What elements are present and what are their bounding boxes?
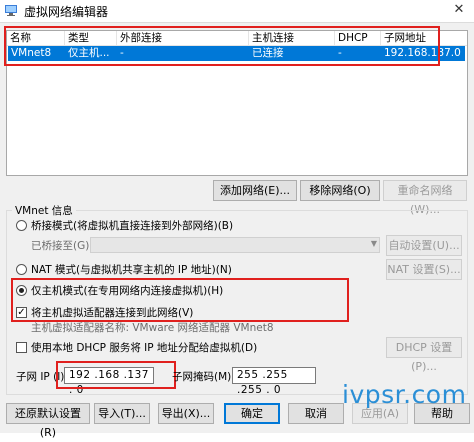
export-button[interactable]: 导出(X)... [158, 403, 214, 424]
col-name-header[interactable]: 名称 [7, 31, 65, 45]
bridged-to-select[interactable]: ▼ [90, 237, 380, 253]
auto-settings-button[interactable]: 自动设置(U)... [386, 235, 462, 256]
rename-network-button[interactable]: 重命名网络(W)... [383, 180, 467, 216]
subnet-ip-input[interactable]: 192 .168 .137 . 0 [64, 367, 154, 396]
chevron-down-icon: ▼ [370, 239, 377, 248]
subnet-mask-label: 子网掩码(M): [172, 371, 235, 383]
close-button[interactable]: ✕ [448, 0, 470, 20]
cancel-button[interactable]: 取消 [288, 403, 344, 424]
col-type-header[interactable]: 类型 [65, 31, 117, 45]
hostonly-radio[interactable] [16, 285, 27, 296]
title-bar: 虚拟网络编辑器 ✕ [0, 0, 474, 22]
bridged-to-label: 已桥接至(G): [31, 240, 93, 252]
ok-button[interactable]: 确定 [224, 403, 280, 424]
dhcp-checkbox[interactable] [16, 342, 27, 353]
network-list[interactable]: 名称 类型 外部连接 主机连接 DHCP 子网地址 VMnet8 仅主机... … [6, 30, 468, 176]
hostonly-label: 仅主机模式(在专用网络内连接虚拟机)(H) [31, 285, 224, 297]
vmnet-info-title: VMnet 信息 [12, 203, 76, 218]
connect-adapter-label: 将主机虚拟适配器连接到此网络(V) [31, 307, 194, 319]
col-subnet-header[interactable]: 子网地址 [381, 31, 467, 45]
row-dhcp: - [338, 47, 342, 59]
nat-settings-button[interactable]: NAT 设置(S)... [386, 259, 462, 280]
add-network-button[interactable]: 添加网络(E)... [213, 180, 297, 201]
connect-adapter-checkbox[interactable]: ✓ [16, 307, 27, 318]
col-dhcp-header[interactable]: DHCP [335, 31, 381, 45]
bridged-label: 桥接模式(将虚拟机直接连接到外部网络)(B) [31, 220, 234, 232]
list-header: 名称 类型 外部连接 主机连接 DHCP 子网地址 [7, 31, 467, 46]
dhcp-settings-button[interactable]: DHCP 设置(P)... [386, 337, 462, 373]
dhcp-label: 使用本地 DHCP 服务将 IP 地址分配给虚拟机(D) [31, 342, 258, 354]
row-host: 已连接 [252, 47, 284, 59]
network-editor-icon [5, 5, 17, 16]
col-host-header[interactable]: 主机连接 [249, 31, 335, 45]
row-external: - [120, 47, 124, 59]
row-type: 仅主机... [68, 47, 110, 59]
adapter-name-text: 主机虚拟适配器名称: VMware 网络适配器 VMnet8 [31, 322, 274, 334]
nat-label: NAT 模式(与虚拟机共享主机的 IP 地址)(N) [31, 264, 232, 276]
remove-network-button[interactable]: 移除网络(O) [300, 180, 380, 201]
nat-radio[interactable] [16, 264, 27, 275]
bridged-radio[interactable] [16, 220, 27, 231]
restore-defaults-button[interactable]: 还原默认设置(R) [6, 403, 90, 439]
window-title: 虚拟网络编辑器 [24, 5, 109, 19]
watermark-text: ivpsr.com [342, 380, 467, 409]
row-subnet: 192.168.137.0 [384, 47, 461, 59]
import-button[interactable]: 导入(T)... [94, 403, 150, 424]
subnet-mask-input[interactable]: 255 .255 .255 . 0 [232, 367, 316, 396]
col-external-header[interactable]: 外部连接 [117, 31, 249, 45]
table-row[interactable]: VMnet8 仅主机... - 已连接 - 192.168.137.0 [8, 46, 465, 61]
row-name: VMnet8 [11, 47, 52, 59]
subnet-ip-label: 子网 IP (I): [16, 371, 68, 383]
